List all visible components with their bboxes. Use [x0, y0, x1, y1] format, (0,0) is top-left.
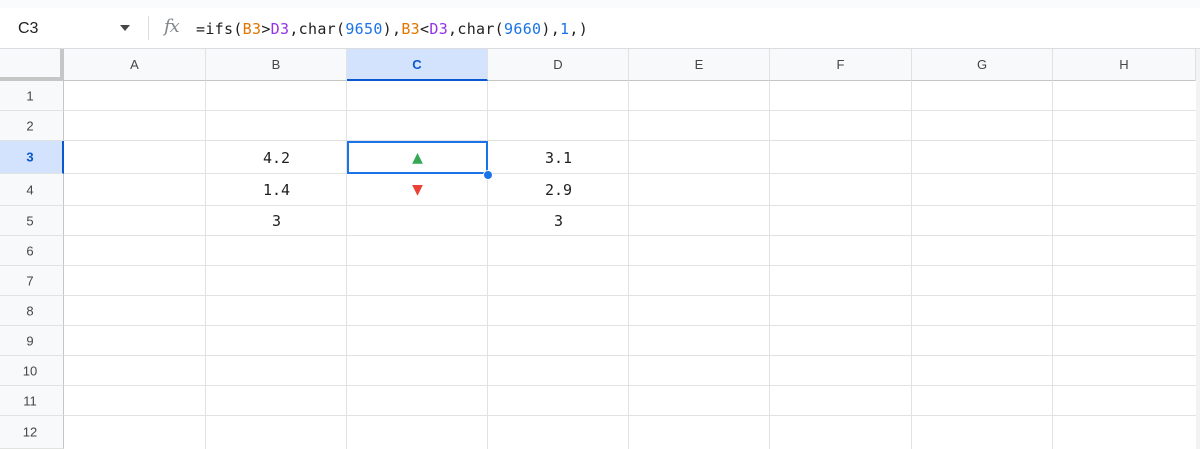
- column-header-h[interactable]: H: [1053, 49, 1196, 81]
- column-header-b[interactable]: B: [206, 49, 347, 81]
- formula-token: D3: [429, 20, 449, 38]
- gridline-h: [64, 385, 1200, 386]
- row-header-6[interactable]: 6: [0, 236, 64, 266]
- formula-token: <: [420, 20, 430, 38]
- formula-token: ,char(: [448, 20, 505, 38]
- gridline-h: [64, 110, 1200, 111]
- row-header-10[interactable]: 10: [0, 356, 64, 386]
- formula-input[interactable]: =ifs(B3>D3,char(9650),B3<D3,char(9660),1…: [196, 20, 588, 38]
- row-header-1[interactable]: 1: [0, 81, 64, 111]
- formula-token: 1: [560, 20, 570, 38]
- gridline-h: [64, 415, 1200, 416]
- fill-handle[interactable]: [483, 170, 493, 180]
- sheet-grid: A B C D E F G H 1 2 3 4 5 6 7 8 9 10 11 …: [0, 49, 1200, 449]
- formula-token: >: [261, 20, 271, 38]
- select-all-corner[interactable]: [0, 49, 64, 81]
- row-header-9[interactable]: 9: [0, 326, 64, 356]
- column-header-a[interactable]: A: [64, 49, 206, 81]
- row-header-3[interactable]: 3: [0, 141, 64, 174]
- up-triangle-icon: ▲: [412, 149, 423, 166]
- cell-c3[interactable]: ▲: [347, 141, 488, 174]
- column-header-c[interactable]: C: [347, 49, 488, 81]
- cell-b4[interactable]: 1.4: [206, 174, 347, 206]
- formula-token: ),: [541, 20, 561, 38]
- down-triangle-icon: ▼: [412, 182, 423, 198]
- function-fx-icon: fx: [164, 16, 180, 37]
- row-header-5[interactable]: 5: [0, 206, 64, 236]
- cell-d3[interactable]: 3.1: [488, 141, 629, 174]
- cell-b3[interactable]: 4.2: [206, 141, 347, 174]
- cell-c4[interactable]: ▼: [347, 174, 488, 206]
- gridline-h: [64, 325, 1200, 326]
- formula-token: 9650: [345, 20, 383, 38]
- gridline-h: [64, 265, 1200, 266]
- formula-token: =ifs(: [196, 20, 243, 38]
- formula-token: 9660: [504, 20, 542, 38]
- row-header-11[interactable]: 11: [0, 386, 64, 416]
- name-box[interactable]: C3: [18, 20, 38, 38]
- row-header-2[interactable]: 2: [0, 111, 64, 141]
- formula-token: ,): [569, 20, 589, 38]
- formula-token: ),: [382, 20, 402, 38]
- column-header-f[interactable]: F: [770, 49, 912, 81]
- formula-token: B3: [242, 20, 262, 38]
- vertical-scrollbar[interactable]: [1196, 49, 1200, 449]
- row-header-7[interactable]: 7: [0, 266, 64, 296]
- formula-token: ,char(: [289, 20, 346, 38]
- gridline-h: [64, 295, 1200, 296]
- row-header-4[interactable]: 4: [0, 174, 64, 206]
- gridline-h: [64, 355, 1200, 356]
- formula-bar-divider: [148, 16, 149, 40]
- cell-d4[interactable]: 2.9: [488, 174, 629, 206]
- cell-b5[interactable]: 3: [206, 206, 347, 236]
- column-header-e[interactable]: E: [629, 49, 770, 81]
- cell-d5[interactable]: 3: [488, 206, 629, 236]
- row-header-12[interactable]: 12: [0, 416, 64, 449]
- formula-token: B3: [401, 20, 421, 38]
- column-header-d[interactable]: D: [488, 49, 629, 81]
- column-header-g[interactable]: G: [912, 49, 1053, 81]
- formula-token: D3: [270, 20, 290, 38]
- row-header-8[interactable]: 8: [0, 296, 64, 326]
- top-strip: [0, 0, 1200, 8]
- name-box-dropdown-icon[interactable]: [120, 25, 130, 31]
- formula-bar: C3 fx =ifs(B3>D3,char(9650),B3<D3,char(9…: [0, 8, 1200, 49]
